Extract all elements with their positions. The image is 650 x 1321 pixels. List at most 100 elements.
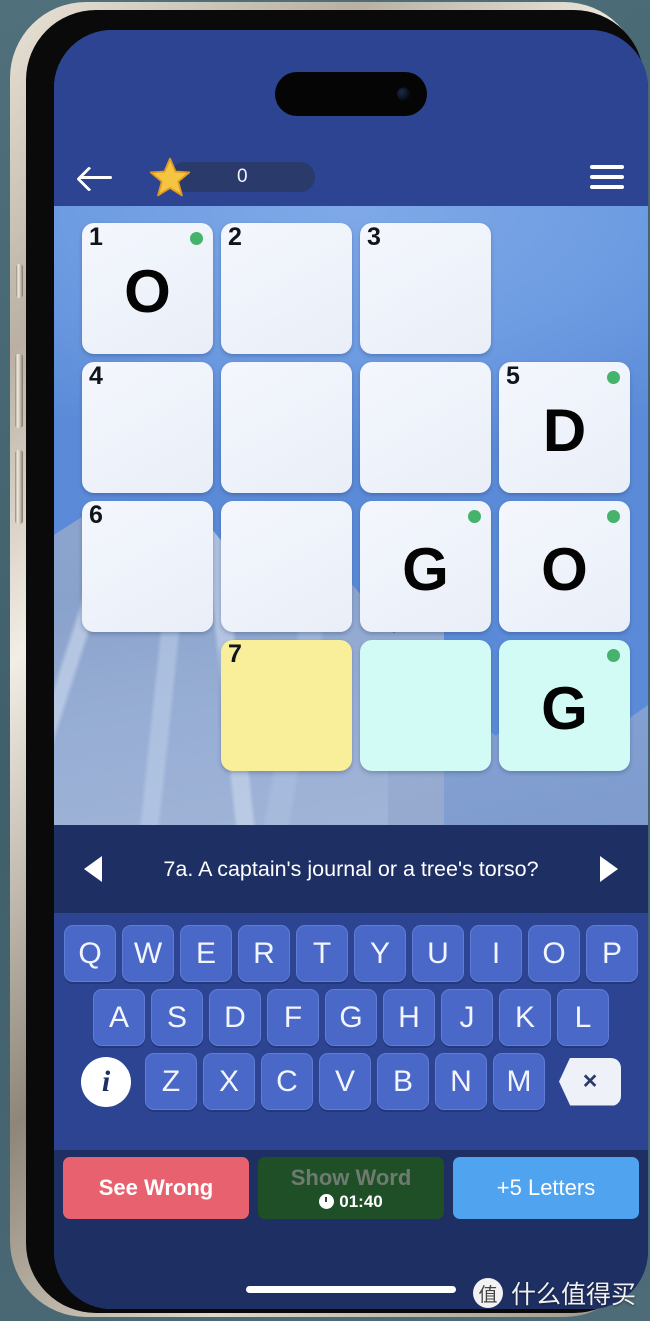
- grid-cell[interactable]: 2: [221, 223, 352, 354]
- home-indicator[interactable]: [246, 1286, 456, 1293]
- plus-five-letters-label: +5 Letters: [496, 1175, 596, 1200]
- correct-dot-icon: [607, 371, 620, 384]
- grid-cell[interactable]: [221, 501, 352, 632]
- cell-slot: 3: [356, 219, 495, 358]
- key-s[interactable]: S: [151, 989, 203, 1046]
- cell-slot: [495, 219, 634, 358]
- correct-dot-icon: [190, 232, 203, 245]
- key-j[interactable]: J: [441, 989, 493, 1046]
- watermark: 值 什么值得买: [472, 1275, 636, 1311]
- grid-cell[interactable]: O: [499, 501, 630, 632]
- clue-text: 7a. A captain's journal or a tree's tors…: [163, 856, 539, 881]
- key-n[interactable]: N: [435, 1053, 487, 1110]
- cell-slot: G: [356, 497, 495, 636]
- cell-slot: [356, 358, 495, 497]
- key-d[interactable]: D: [209, 989, 261, 1046]
- key-w[interactable]: W: [122, 925, 174, 982]
- on-screen-keyboard: QWERTYUIOP ASDFGHJKL i ZXCVBNM ×: [54, 913, 648, 1150]
- phone-frame: 0 1O2345D6GO7G 7a. A captain's journal o…: [10, 2, 648, 1317]
- key-p[interactable]: P: [586, 925, 638, 982]
- key-t[interactable]: T: [296, 925, 348, 982]
- cell-slot: [217, 497, 356, 636]
- show-word-timer: 01:40: [319, 1191, 383, 1212]
- grid-cell[interactable]: 7: [221, 640, 352, 771]
- see-wrong-button[interactable]: See Wrong: [63, 1157, 249, 1219]
- cell-number: 3: [367, 223, 381, 251]
- stopwatch-icon: [319, 1194, 335, 1209]
- back-arrow-icon[interactable]: [78, 162, 116, 192]
- grid-cell[interactable]: 3: [360, 223, 491, 354]
- key-u[interactable]: U: [412, 925, 464, 982]
- hamburger-line: [590, 165, 624, 169]
- hamburger-menu-icon[interactable]: [590, 165, 624, 189]
- show-word-button[interactable]: Show Word 01:40: [258, 1157, 444, 1219]
- key-m[interactable]: M: [493, 1053, 545, 1110]
- cell-slot: [217, 358, 356, 497]
- previous-clue-arrow-icon[interactable]: [76, 856, 110, 882]
- clue-bar: 7a. A captain's journal or a tree's tors…: [54, 825, 648, 913]
- cell-slot: G: [495, 636, 634, 775]
- cell-slot: [78, 636, 217, 775]
- crossword-grid: 1O2345D6GO7G: [78, 219, 634, 775]
- watermark-text: 什么值得买: [510, 1280, 636, 1309]
- crossword-board-area: 1O2345D6GO7G: [54, 206, 648, 825]
- cell-number: 2: [228, 223, 242, 251]
- grid-cell[interactable]: 6: [82, 501, 213, 632]
- cell-number: 6: [89, 501, 103, 529]
- grid-cell[interactable]: 1O: [82, 223, 213, 354]
- score-value: 0: [236, 166, 249, 187]
- phone-bezel: 0 1O2345D6GO7G 7a. A captain's journal o…: [26, 10, 648, 1313]
- grid-cell[interactable]: [360, 640, 491, 771]
- volume-up-button[interactable]: [15, 354, 23, 428]
- grid-cell[interactable]: [360, 362, 491, 493]
- cell-number: 1: [89, 223, 103, 251]
- key-b[interactable]: B: [377, 1053, 429, 1110]
- grid-cell[interactable]: 4: [82, 362, 213, 493]
- key-h[interactable]: H: [383, 989, 435, 1046]
- key-f[interactable]: F: [267, 989, 319, 1046]
- next-clue-arrow-icon[interactable]: [592, 856, 626, 882]
- grid-cell[interactable]: G: [360, 501, 491, 632]
- show-word-timer-value: 01:40: [339, 1191, 383, 1211]
- key-r[interactable]: R: [238, 925, 290, 982]
- triangle-left-glyph: [84, 856, 102, 882]
- key-v[interactable]: V: [319, 1053, 371, 1110]
- grid-cell[interactable]: 5D: [499, 362, 630, 493]
- key-z[interactable]: Z: [145, 1053, 197, 1110]
- cell-slot: [356, 636, 495, 775]
- show-word-label: Show Word: [290, 1164, 412, 1190]
- cell-letter: O: [541, 535, 588, 603]
- key-q[interactable]: Q: [64, 925, 116, 982]
- key-l[interactable]: L: [557, 989, 609, 1046]
- key-y[interactable]: Y: [354, 925, 406, 982]
- hamburger-line: [590, 185, 624, 189]
- star-icon: [149, 157, 191, 197]
- silent-switch-button[interactable]: [16, 264, 23, 298]
- key-o[interactable]: O: [528, 925, 580, 982]
- cell-letter: G: [541, 674, 588, 742]
- key-a[interactable]: A: [93, 989, 145, 1046]
- info-icon[interactable]: i: [81, 1056, 131, 1107]
- dynamic-island: [275, 72, 427, 116]
- hamburger-line: [590, 175, 624, 179]
- key-i[interactable]: I: [470, 925, 522, 982]
- phone-screen: 0 1O2345D6GO7G 7a. A captain's journal o…: [54, 30, 648, 1309]
- keyboard-row-1: QWERTYUIOP: [60, 925, 642, 982]
- key-x[interactable]: X: [203, 1053, 255, 1110]
- cell-slot: 4: [78, 358, 217, 497]
- key-c[interactable]: C: [261, 1053, 313, 1110]
- watermark-logo-icon: 值: [472, 1278, 503, 1308]
- grid-cell[interactable]: [221, 362, 352, 493]
- cell-letter: G: [402, 535, 449, 603]
- keyboard-row-3-keys: ZXCVBNM: [145, 1053, 545, 1110]
- volume-down-button[interactable]: [15, 450, 23, 524]
- key-g[interactable]: G: [325, 989, 377, 1046]
- plus-five-letters-button[interactable]: +5 Letters: [453, 1157, 639, 1219]
- cell-number: 5: [506, 362, 520, 390]
- backspace-icon[interactable]: ×: [559, 1057, 621, 1106]
- grid-cell[interactable]: G: [499, 640, 630, 771]
- key-k[interactable]: K: [499, 989, 551, 1046]
- app-top-bar: 0: [54, 148, 648, 206]
- front-camera-icon: [397, 87, 410, 101]
- key-e[interactable]: E: [180, 925, 232, 982]
